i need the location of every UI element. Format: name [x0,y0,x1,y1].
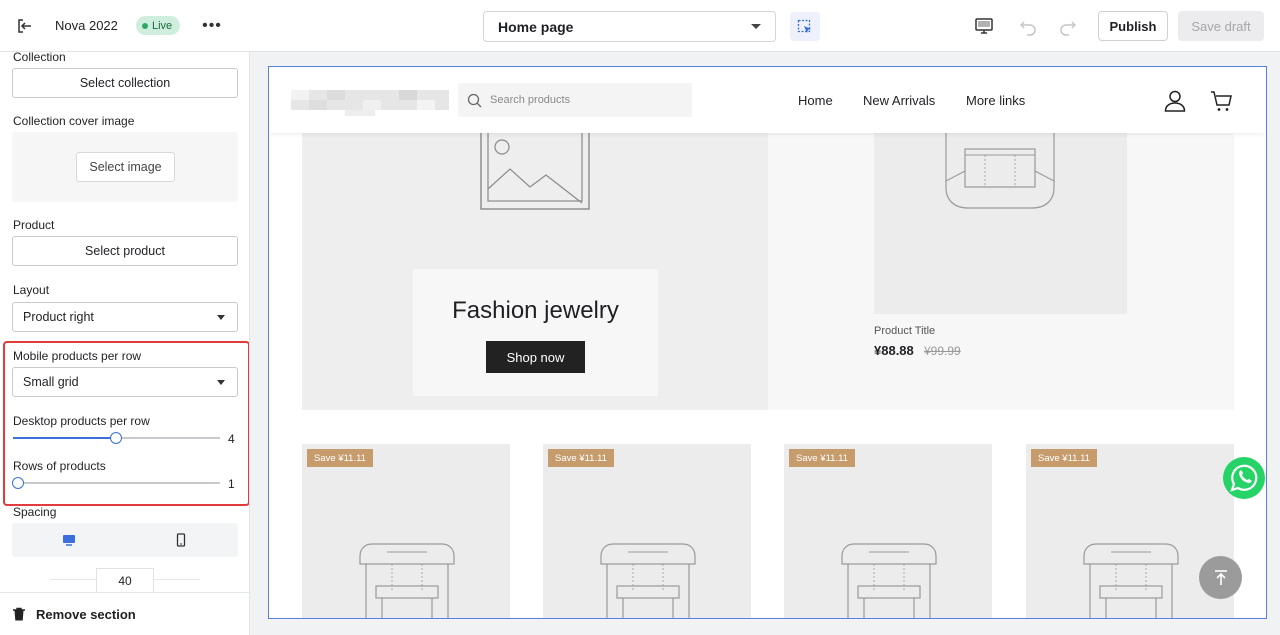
product-price: ¥88.88 [874,343,914,358]
live-dot-icon [142,22,148,29]
whatsapp-icon[interactable] [1222,456,1266,500]
mobile-icon [176,533,186,547]
spacing-guide-line [154,579,200,580]
highlight-box [3,341,249,506]
live-status-badge: Live [136,16,181,35]
account-icon[interactable] [1163,89,1187,113]
store-search-input[interactable]: Search products [458,83,692,117]
grid-product-card[interactable]: Save ¥11.11 [543,444,751,618]
nav-home[interactable]: Home [798,93,833,108]
trash-icon [13,607,25,620]
exit-icon[interactable] [16,17,34,35]
hero-text-card: Fashion jewelry Shop now [413,269,658,396]
product-label: Product [13,218,55,232]
backpack-icon [359,543,455,618]
spacing-input[interactable]: 40 [96,568,154,594]
layout-label: Layout [13,283,50,297]
cart-icon[interactable] [1210,89,1234,113]
backpack-icon [600,543,696,618]
page-select-value: Home page [498,18,574,35]
cover-image-dropzone[interactable]: Select image [12,132,238,202]
undo-icon[interactable] [1018,16,1038,36]
grid-product-card[interactable]: Save ¥11.11 [1026,444,1234,618]
arrow-up-icon [1214,569,1227,585]
publish-button[interactable]: Publish [1098,11,1168,41]
desktop-spacing-tab[interactable] [61,532,77,548]
product-compare-price: ¥99.99 [924,344,961,358]
page-select[interactable]: Home page [483,11,776,42]
save-badge: Save ¥11.11 [307,449,373,467]
cover-image-label: Collection cover image [13,114,135,128]
spacing-guide-line [50,579,96,580]
store-name: Nova 2022 [55,18,118,33]
select-image-button[interactable]: Select image [76,152,175,182]
spacing-label: Spacing [13,505,57,519]
save-badge: Save ¥11.11 [789,449,855,467]
backpack-icon [1083,543,1179,618]
live-label: Live [152,19,173,32]
save-badge: Save ¥11.11 [1031,449,1097,467]
chevron-down-icon [751,24,761,29]
grid-product-card[interactable]: Save ¥11.11 [784,444,992,618]
remove-section-button[interactable]: Remove section [0,592,249,635]
cursor-select-icon [797,19,811,33]
select-product-button[interactable]: Select product [12,236,238,266]
store-header: Search products Home New Arrivals More l… [269,67,1265,133]
nav-new-arrivals[interactable]: New Arrivals [863,93,935,108]
store-logo[interactable] [291,78,449,123]
shop-now-button[interactable]: Shop now [486,341,585,373]
search-icon [467,93,482,107]
save-draft-button[interactable]: Save draft [1178,11,1264,41]
chevron-down-icon [217,314,225,320]
collection-label: Collection [13,52,66,64]
backpack-icon [945,133,1055,209]
image-placeholder-icon [480,133,590,210]
more-options-icon[interactable]: ••• [202,17,221,35]
mobile-spacing-tab[interactable] [173,532,189,548]
grid-product-card[interactable]: Save ¥11.11 [302,444,510,618]
layout-select-value: Product right [23,310,94,324]
store-preview-frame: Search products Home New Arrivals More l… [268,66,1267,619]
settings-sidebar: Collection Select collection Collection … [0,52,250,635]
backpack-icon [841,543,937,618]
product-title[interactable]: Product Title [874,325,935,337]
hero-title: Fashion jewelry [452,297,619,324]
nav-more-links[interactable]: More links [966,93,1025,108]
collection-cover-placeholder[interactable]: Fashion jewelry Shop now [302,133,768,410]
remove-section-label: Remove section [36,606,136,622]
save-badge: Save ¥11.11 [548,449,614,467]
desktop-icon [63,535,75,546]
search-placeholder: Search products [490,94,571,106]
editor-topbar: Nova 2022 Live ••• Home page Publish Sav… [0,0,1280,52]
back-to-top-button[interactable] [1199,556,1242,599]
featured-product-card[interactable]: Product Title ¥88.88 ¥99.99 [768,133,1234,410]
product-image[interactable] [874,133,1127,314]
layout-select[interactable]: Product right [12,302,238,332]
select-element-button[interactable] [790,12,820,41]
spacing-device-tabs [12,523,238,557]
desktop-view-icon[interactable] [974,16,994,36]
redo-icon[interactable] [1058,16,1078,36]
select-collection-button[interactable]: Select collection [12,68,238,98]
